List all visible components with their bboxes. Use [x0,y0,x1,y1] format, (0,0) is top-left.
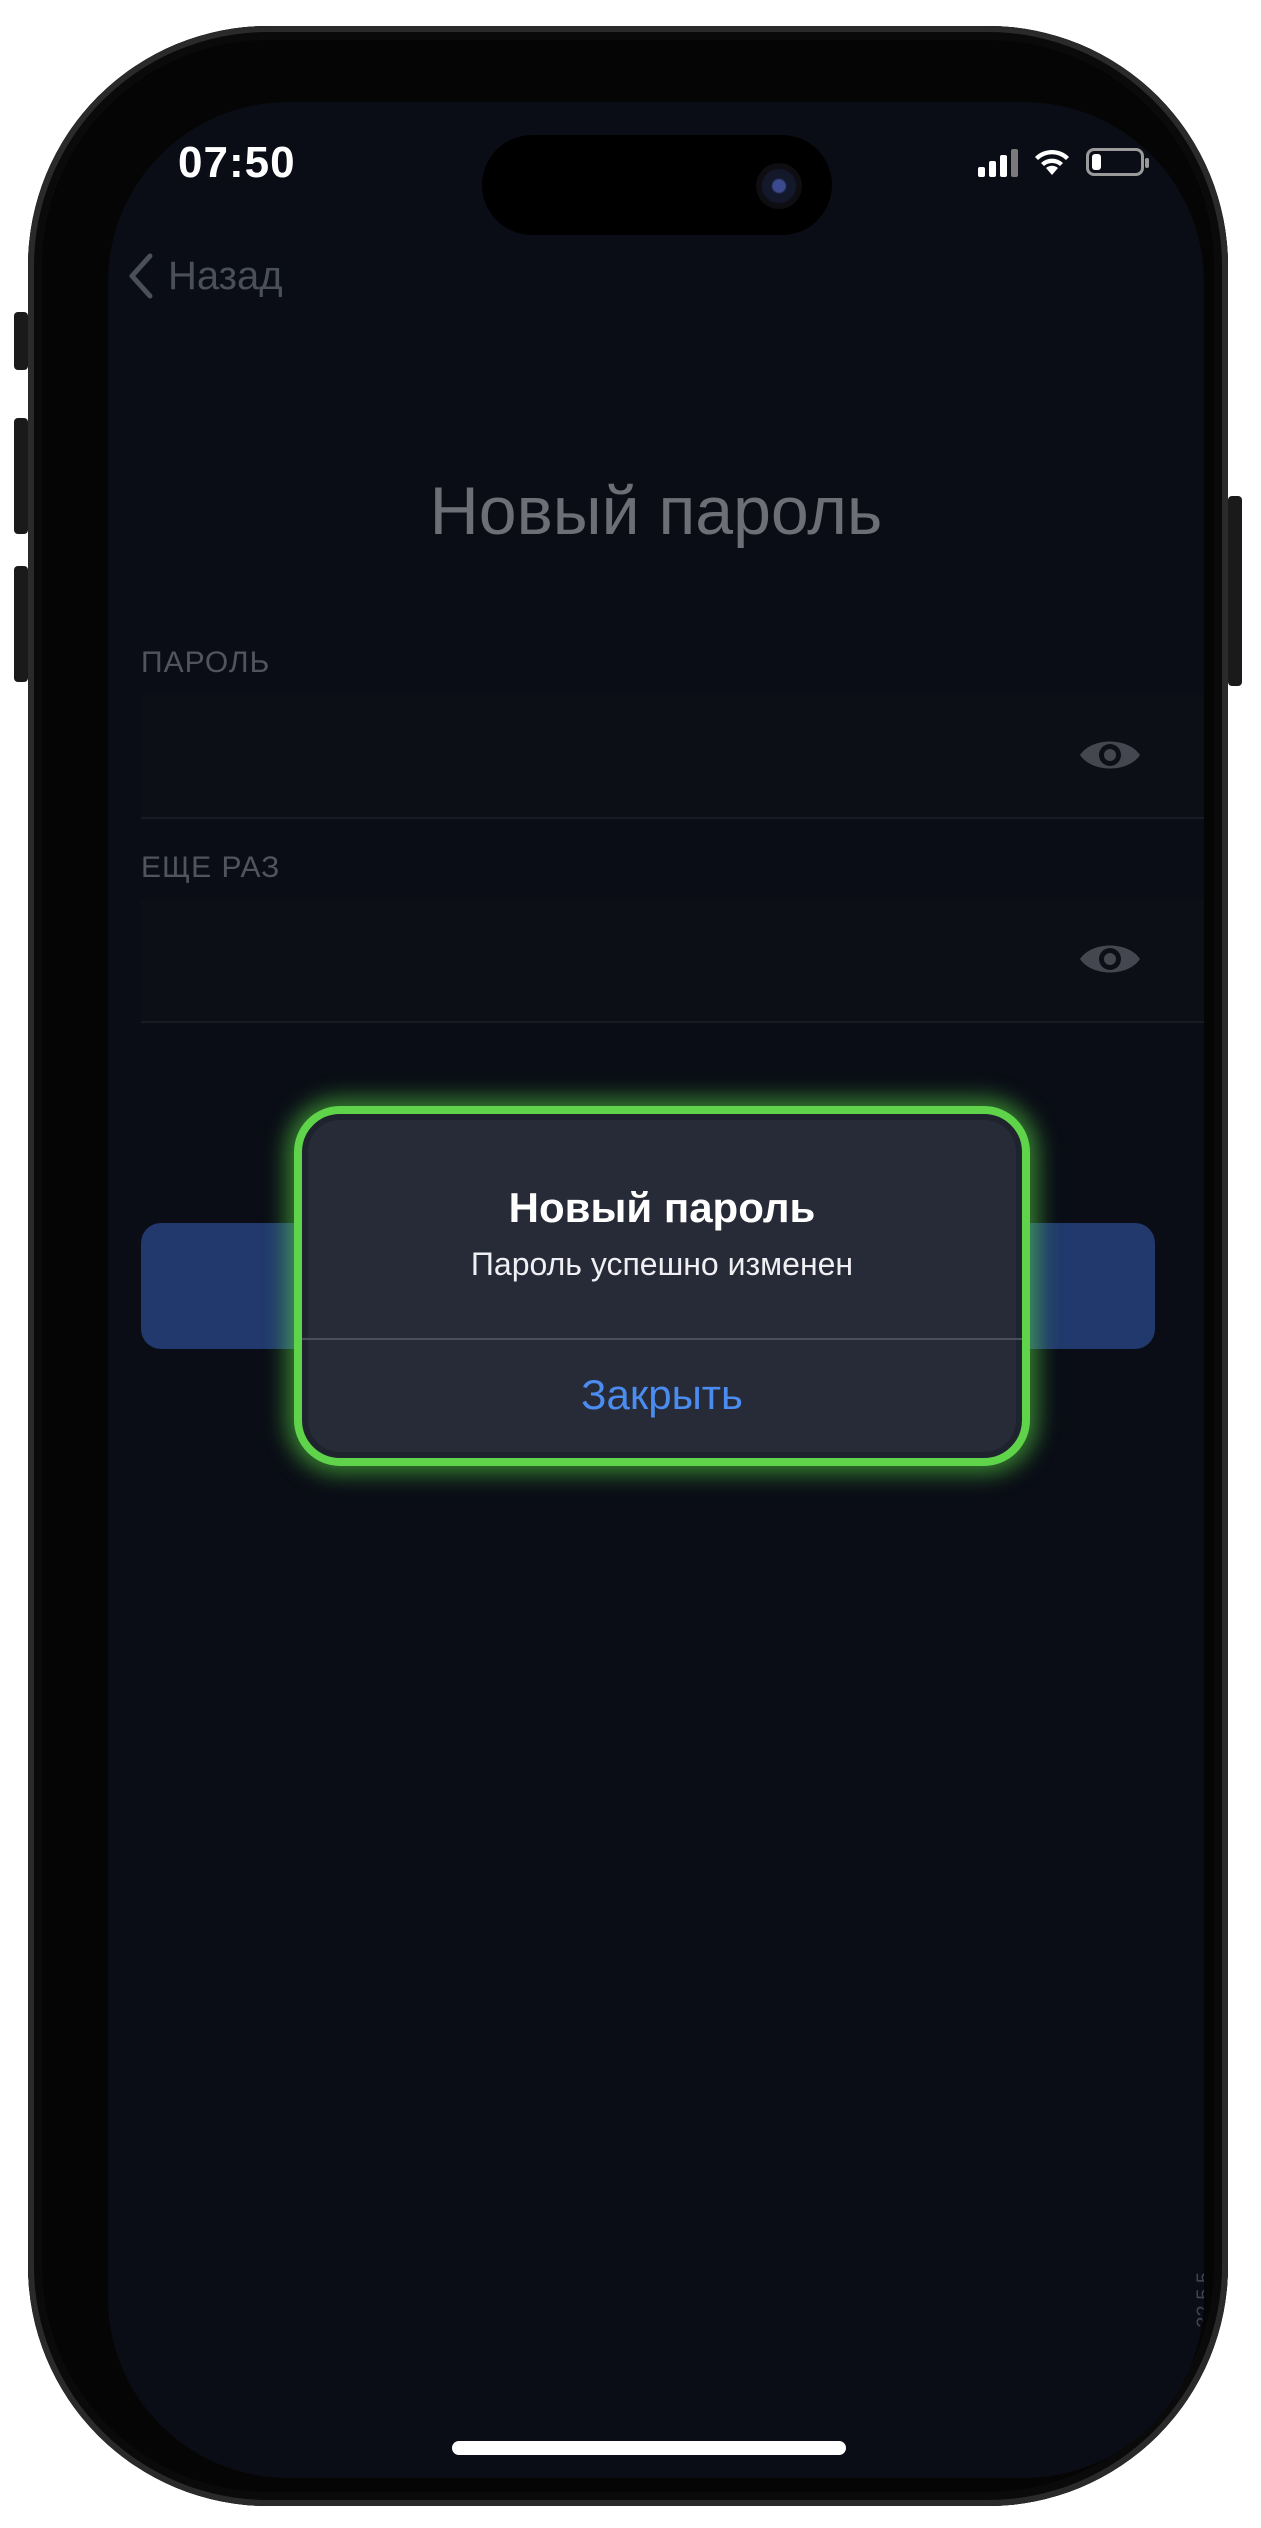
password-field[interactable] [141,695,1204,819]
back-button[interactable]: Назад [126,252,283,300]
page-title: Новый пароль [429,473,883,549]
action-button [14,312,28,370]
repeat-password-label: ЕЩЕ РАЗ [141,851,281,884]
eye-icon[interactable] [1078,733,1142,777]
volume-down-button [14,566,28,682]
repeat-password-field[interactable] [141,899,1204,1023]
phone-frame: 07:50 Назад Новый пароль ПАРОЛЬ ЕЩЕ РАЗ … [14,26,1242,2506]
eye-icon[interactable] [1078,937,1142,981]
alert-dialog: Новый пароль Пароль успешно изменен Закр… [294,1106,1030,1466]
app-version: 32.5.5 [1194,2272,1204,2328]
back-label: Назад [168,253,283,298]
power-button [1228,496,1242,686]
alert-title: Новый пароль [508,1184,816,1231]
chevron-left-icon [129,253,153,299]
volume-up-button [14,418,28,534]
alert-close-button[interactable]: Закрыть [302,1340,1022,1450]
password-label: ПАРОЛЬ [141,646,271,679]
home-indicator[interactable] [452,2441,846,2455]
screen: 07:50 Назад Новый пароль ПАРОЛЬ ЕЩЕ РАЗ … [108,102,1204,2478]
alert-message: Пароль успешно изменен [470,1246,854,1282]
